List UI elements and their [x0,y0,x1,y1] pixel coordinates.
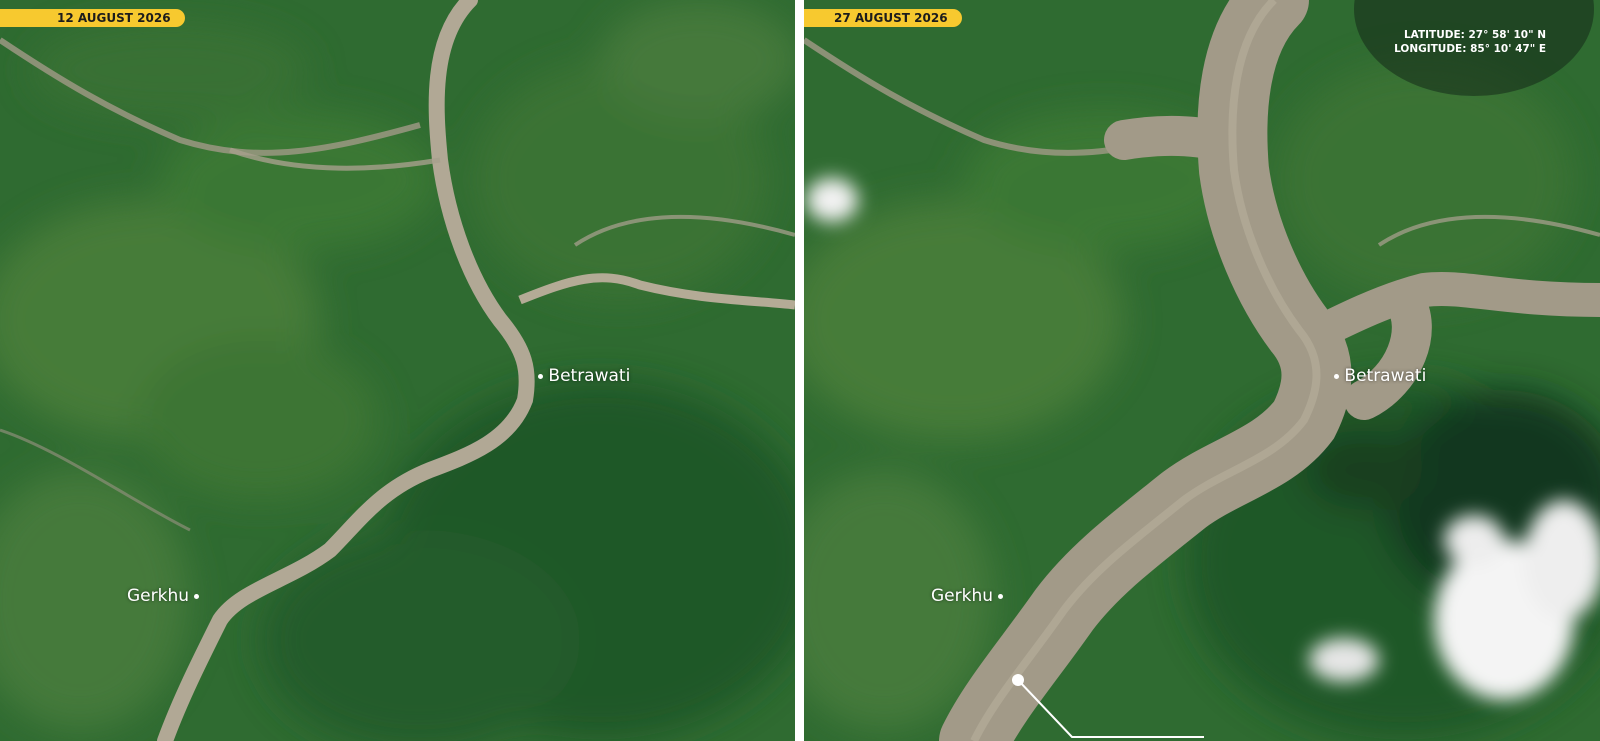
place-label-gerkhu-after: Gerkhu [931,586,1004,606]
place-label-betrawati-before: Betrawati [538,366,630,386]
location-dot-icon [194,593,200,599]
terrain-before [0,0,795,741]
satellite-image-before: 12 AUGUST 2026 Betrawati Gerkhu [0,0,795,741]
longitude-label: LONGITUDE: 85° 10' 47" E [1394,43,1546,55]
place-label-betrawati-after: Betrawati [1334,366,1426,386]
panel-divider [795,0,804,741]
satellite-image-after: 27 AUGUST 2026 LATITUDE: 27° 58' 10" N L… [804,0,1600,741]
comparison-view: 12 AUGUST 2026 Betrawati Gerkhu 27 AUGUS… [0,0,1600,741]
place-label-gerkhu-before: Gerkhu [127,586,200,606]
place-name: Gerkhu [127,586,190,606]
coordinates-readout: LATITUDE: 27° 58' 10" N LONGITUDE: 85° 1… [1394,28,1546,56]
latitude-label: LATITUDE: 27° 58' 10" N [1403,29,1546,41]
date-badge-before: 12 AUGUST 2026 [0,9,185,27]
place-name: Betrawati [1344,366,1427,386]
terrain-after [804,0,1600,741]
date-badge-after: 27 AUGUST 2026 [804,9,962,27]
location-dot-icon [538,373,543,379]
place-name: Betrawati [548,366,631,386]
location-dot-icon [1334,373,1339,379]
place-name: Gerkhu [931,586,994,606]
location-dot-icon [998,593,1004,599]
